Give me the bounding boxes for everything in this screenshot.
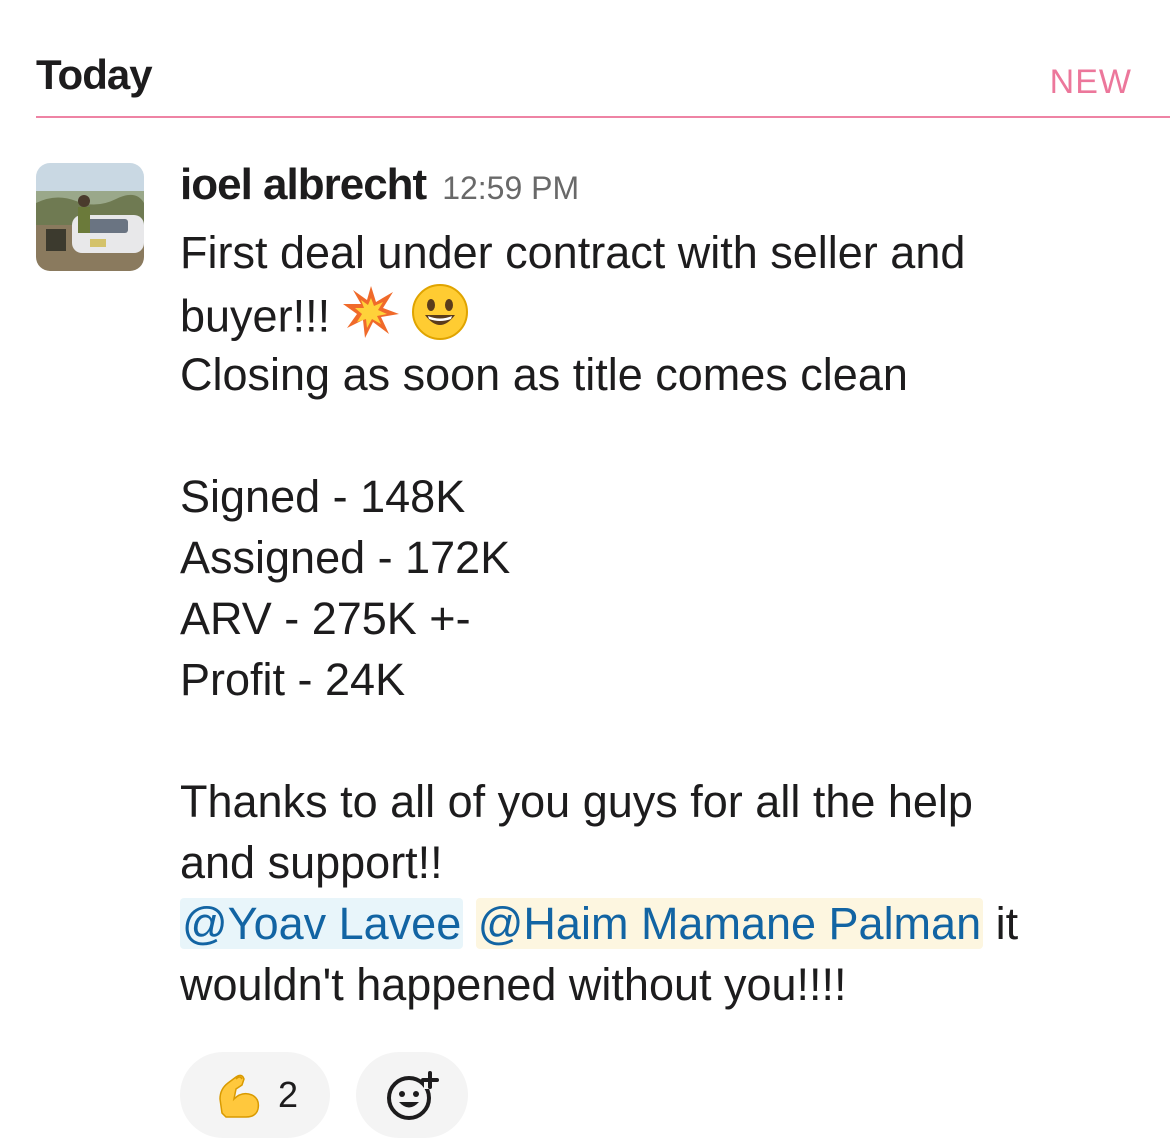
message-text: it — [983, 898, 1019, 949]
message-line: Closing as soon as title comes clean — [180, 349, 908, 400]
mention-yoav-lavee[interactable]: @Yoav Lavee — [180, 898, 464, 949]
day-label: Today — [36, 51, 153, 98]
flexed-biceps-icon — [219, 1074, 260, 1118]
message-line: Signed - 148K — [180, 471, 466, 522]
message-line: wouldn't happened without you!!!! — [180, 959, 847, 1010]
avatar[interactable] — [36, 163, 144, 271]
timestamp[interactable]: 12:59 PM — [442, 170, 579, 207]
add-reaction-icon — [387, 1071, 439, 1120]
day-divider: Today NEW — [36, 50, 1170, 118]
message: ioel albrecht 12:59 PM First deal under … — [180, 160, 1140, 1015]
reactions-bar: 2 — [180, 1052, 468, 1138]
message-line: Profit - 24K — [180, 654, 406, 705]
reaction-count: 2 — [277, 1074, 299, 1115]
message-line: @Yoav Lavee @Haim Mamane Palman it — [180, 893, 1140, 954]
message-line: and support!! — [180, 837, 443, 888]
message-text: buyer!!! — [180, 290, 331, 342]
message-line: Assigned - 172K — [180, 532, 511, 583]
message-line: ARV - 275K +- — [180, 593, 471, 644]
author-name[interactable]: ioel albrecht — [180, 160, 427, 210]
mention-haim-mamane-palman[interactable]: @Haim Mamane Palman — [475, 898, 984, 949]
new-divider-line — [36, 116, 1170, 118]
message-line: First deal under contract with seller an… — [180, 227, 966, 278]
message-line: buyer!!! — [180, 283, 1140, 344]
new-badge: NEW — [1049, 63, 1132, 101]
add-reaction-button[interactable] — [356, 1052, 468, 1138]
reaction-flexed-biceps[interactable]: 2 — [180, 1052, 330, 1138]
message-line: Thanks to all of you guys for all the he… — [180, 776, 973, 827]
